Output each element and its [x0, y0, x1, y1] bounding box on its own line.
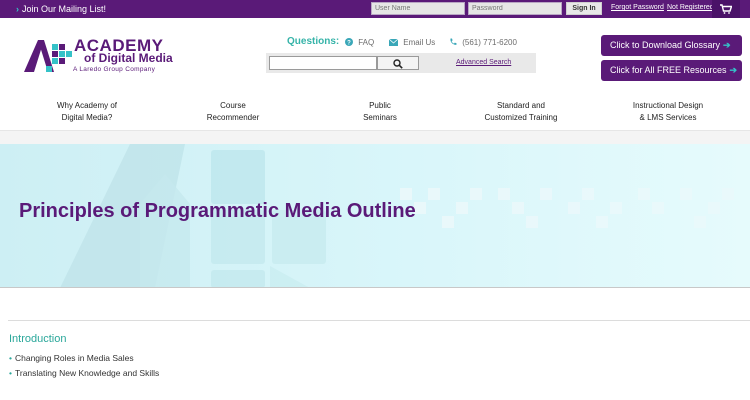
download-glossary-button[interactable]: Click to Download Glossary ➔	[601, 35, 742, 56]
nav-item-line: Course	[220, 101, 246, 110]
logo-subtitle: of Digital Media	[84, 51, 173, 65]
bullet-icon: •	[9, 353, 12, 363]
content-divider	[8, 320, 750, 321]
questions-label: Questions:	[287, 36, 340, 47]
nav-item-line: Digital Media?	[61, 113, 113, 122]
cart-icon	[720, 4, 732, 14]
faq-label: FAQ	[358, 38, 375, 47]
sign-in-button[interactable]: Sign In	[566, 2, 602, 15]
list-item: • Translating New Knowledge and Skills	[9, 368, 159, 378]
faq-link[interactable]: ? FAQ	[345, 38, 374, 47]
register-link[interactable]: Not Registered?	[667, 0, 718, 18]
mailing-list-label: Join Our Mailing List!	[22, 4, 107, 14]
phone-label: (561) 771-6200	[462, 38, 517, 47]
hero-banner: Principles of Programmatic Media Outline	[0, 144, 750, 288]
page-title: Principles of Programmatic Media Outline	[19, 200, 416, 222]
free-resources-button[interactable]: Click for All FREE Resources ➔	[601, 60, 742, 81]
logo-tagline: A Laredo Group Company	[73, 66, 156, 73]
nav-item-line: Public	[369, 101, 391, 110]
logo-mark-icon	[24, 40, 72, 72]
svg-text:?: ?	[347, 40, 351, 46]
nav-item-course-recommender[interactable]: Course Recommender	[190, 100, 276, 124]
nav-item-line: Seminars	[363, 113, 397, 122]
cart-button[interactable]	[712, 0, 740, 18]
nav-item-why-academy[interactable]: Why Academy of Digital Media?	[44, 100, 130, 124]
email-us-link[interactable]: Email Us	[388, 38, 436, 47]
nav-item-instructional-design[interactable]: Instructional Design & LMS Services	[620, 100, 716, 124]
bullet-icon: •	[9, 368, 12, 378]
search-icon	[393, 59, 403, 69]
arrow-right-icon: ➔	[723, 40, 731, 50]
nav-item-customized-training[interactable]: Standard and Customized Training	[471, 100, 571, 124]
search-bar: Advanced Search	[266, 53, 536, 73]
phone-icon	[449, 38, 459, 47]
arrow-right-icon: ➔	[729, 65, 738, 75]
free-resources-label: Click for All FREE Resources	[610, 65, 727, 75]
list-item-text: Changing Roles in Media Sales	[14, 353, 134, 363]
password-input[interactable]	[468, 2, 562, 15]
mailing-list-link[interactable]: › Join Our Mailing List!	[16, 0, 106, 18]
site-logo[interactable]: ACADEMY of Digital Media A Laredo Group …	[22, 36, 182, 76]
nav-item-line: Customized Training	[484, 113, 558, 122]
phone-link[interactable]: (561) 771-6200	[449, 38, 517, 47]
question-circle-icon: ?	[345, 38, 355, 47]
search-button[interactable]	[377, 56, 419, 70]
envelope-icon	[388, 38, 400, 47]
nav-item-line: Recommender	[206, 113, 260, 122]
section-heading: Introduction	[9, 333, 67, 345]
forgot-password-link[interactable]: Forgot Password	[611, 0, 664, 18]
chevron-right-icon: ›	[16, 4, 19, 14]
nav-item-line: Instructional Design	[632, 101, 704, 110]
search-input[interactable]	[269, 56, 377, 70]
nav-item-public-seminars[interactable]: Public Seminars	[337, 100, 423, 124]
top-bar: ›Join Our Mailing List! Sign In Forgot P…	[0, 0, 750, 18]
advanced-search-link[interactable]: Advanced Search	[456, 59, 511, 66]
list-item-text: Translating New Knowledge and Skills	[14, 368, 160, 378]
nav-divider	[0, 130, 750, 144]
email-us-label: Email Us	[403, 38, 436, 47]
nav-item-line: & LMS Services	[639, 113, 697, 122]
nav-item-line: Why Academy of	[56, 101, 118, 110]
nav-item-line: Standard and	[496, 101, 546, 110]
list-item: • Changing Roles in Media Sales	[9, 353, 134, 363]
download-glossary-label: Click to Download Glossary	[610, 40, 721, 50]
username-input[interactable]	[371, 2, 465, 15]
